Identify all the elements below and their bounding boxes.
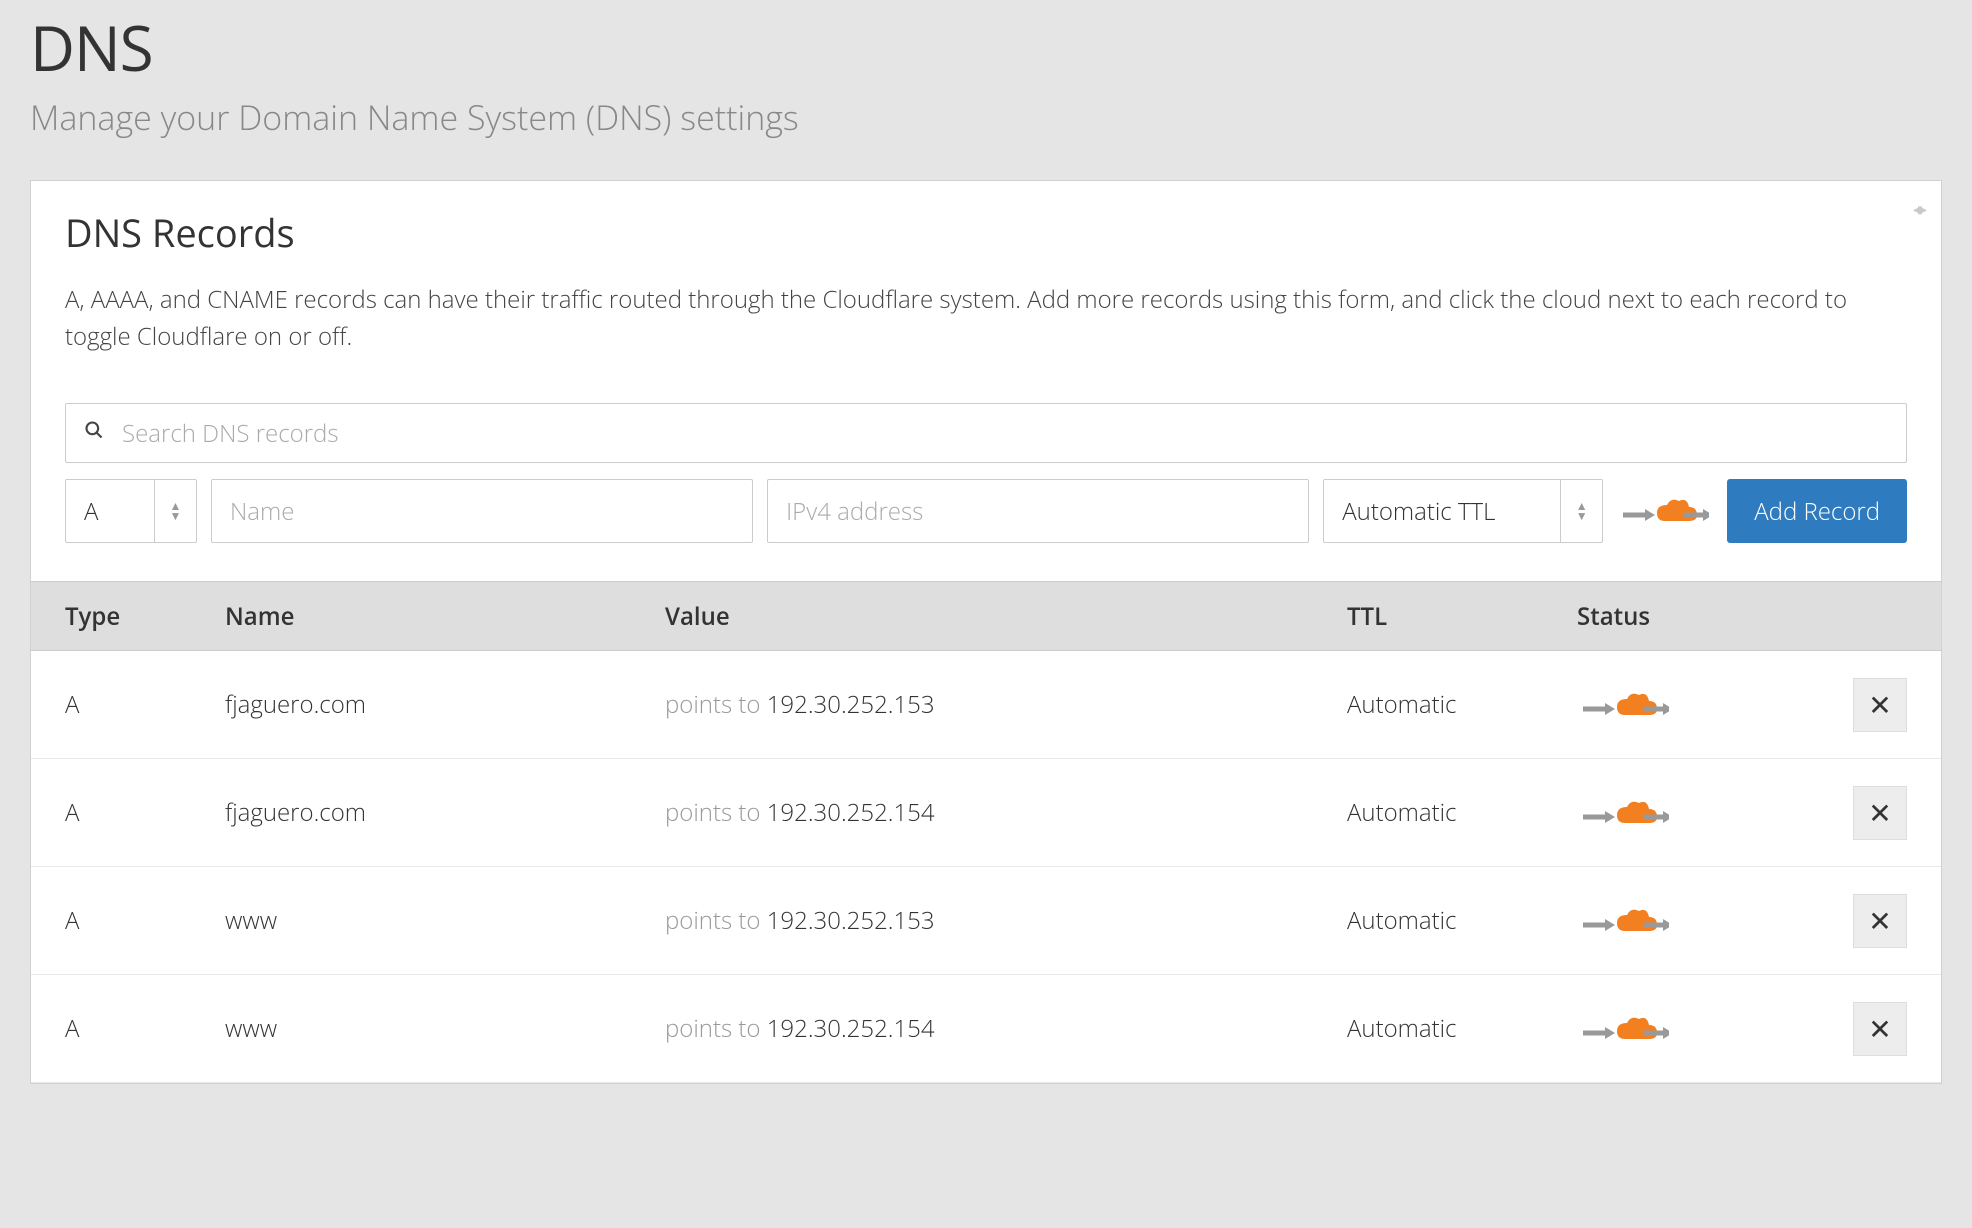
section-description: A, AAAA, and CNAME records can have thei…: [65, 281, 1907, 355]
table-row: A www points to 192.30.252.154 Automatic…: [31, 975, 1941, 1083]
ttl-select[interactable]: Automatic TTL ▲▼: [1323, 479, 1603, 543]
cell-name[interactable]: www: [225, 904, 665, 937]
cell-ttl[interactable]: Automatic: [1347, 904, 1577, 937]
add-record-button[interactable]: Add Record: [1727, 479, 1907, 543]
cell-name[interactable]: fjaguero.com: [225, 796, 665, 829]
close-icon: ✕: [1868, 1010, 1891, 1048]
cell-status: [1577, 901, 1837, 941]
cell-ttl[interactable]: Automatic: [1347, 796, 1577, 829]
dns-records-table: Type Name Value TTL Status A fjaguero.co…: [31, 581, 1941, 1083]
col-header-name: Name: [225, 600, 665, 633]
cell-value[interactable]: points to 192.30.252.153: [665, 688, 1347, 721]
close-icon: ✕: [1868, 794, 1891, 832]
proxy-cloud-toggle[interactable]: [1577, 1009, 1837, 1049]
close-icon: ✕: [1868, 902, 1891, 940]
table-row: A fjaguero.com points to 192.30.252.154 …: [31, 759, 1941, 867]
expand-collapse-icon[interactable]: ◂▸: [1913, 197, 1923, 221]
cell-type[interactable]: A: [65, 796, 225, 829]
dns-records-card: ◂▸ DNS Records A, AAAA, and CNAME record…: [30, 180, 1942, 1084]
select-stepper-icon: ▲▼: [154, 480, 196, 542]
proxy-cloud-toggle[interactable]: [1577, 793, 1837, 833]
cell-value[interactable]: points to 192.30.252.154: [665, 796, 1347, 829]
cell-status: [1577, 793, 1837, 833]
col-header-ttl: TTL: [1347, 600, 1577, 633]
record-value-input[interactable]: [767, 479, 1309, 543]
delete-record-button[interactable]: ✕: [1853, 1002, 1907, 1056]
search-icon: [84, 420, 104, 446]
table-row: A fjaguero.com points to 192.30.252.153 …: [31, 651, 1941, 759]
col-header-type: Type: [65, 600, 225, 633]
cell-ttl[interactable]: Automatic: [1347, 688, 1577, 721]
record-type-select[interactable]: A ▲▼: [65, 479, 197, 543]
cell-ttl[interactable]: Automatic: [1347, 1012, 1577, 1045]
delete-record-button[interactable]: ✕: [1853, 786, 1907, 840]
delete-record-button[interactable]: ✕: [1853, 894, 1907, 948]
section-title: DNS Records: [65, 207, 1907, 259]
cell-name[interactable]: www: [225, 1012, 665, 1045]
col-header-status: Status: [1577, 600, 1837, 633]
close-icon: ✕: [1868, 686, 1891, 724]
ttl-value: Automatic TTL: [1324, 495, 1560, 528]
proxy-cloud-toggle[interactable]: [1617, 491, 1713, 531]
add-record-form: A ▲▼ Automatic TTL ▲▼: [65, 479, 1907, 543]
col-header-value: Value: [665, 600, 1347, 633]
record-name-input[interactable]: [211, 479, 753, 543]
cell-name[interactable]: fjaguero.com: [225, 688, 665, 721]
record-type-value: A: [66, 495, 154, 528]
select-stepper-icon: ▲▼: [1560, 480, 1602, 542]
cell-value[interactable]: points to 192.30.252.154: [665, 1012, 1347, 1045]
cell-status: [1577, 1009, 1837, 1049]
table-header: Type Name Value TTL Status: [31, 581, 1941, 651]
page-subtitle: Manage your Domain Name System (DNS) set…: [30, 94, 1942, 140]
cell-type[interactable]: A: [65, 688, 225, 721]
page-title: DNS: [30, 0, 1942, 90]
proxy-cloud-toggle[interactable]: [1577, 901, 1837, 941]
cell-status: [1577, 685, 1837, 725]
cell-type[interactable]: A: [65, 1012, 225, 1045]
cell-value[interactable]: points to 192.30.252.153: [665, 904, 1347, 937]
delete-record-button[interactable]: ✕: [1853, 678, 1907, 732]
cell-type[interactable]: A: [65, 904, 225, 937]
table-row: A www points to 192.30.252.153 Automatic…: [31, 867, 1941, 975]
search-input[interactable]: [122, 417, 1888, 450]
search-box[interactable]: [65, 403, 1907, 463]
proxy-cloud-toggle[interactable]: [1577, 685, 1837, 725]
